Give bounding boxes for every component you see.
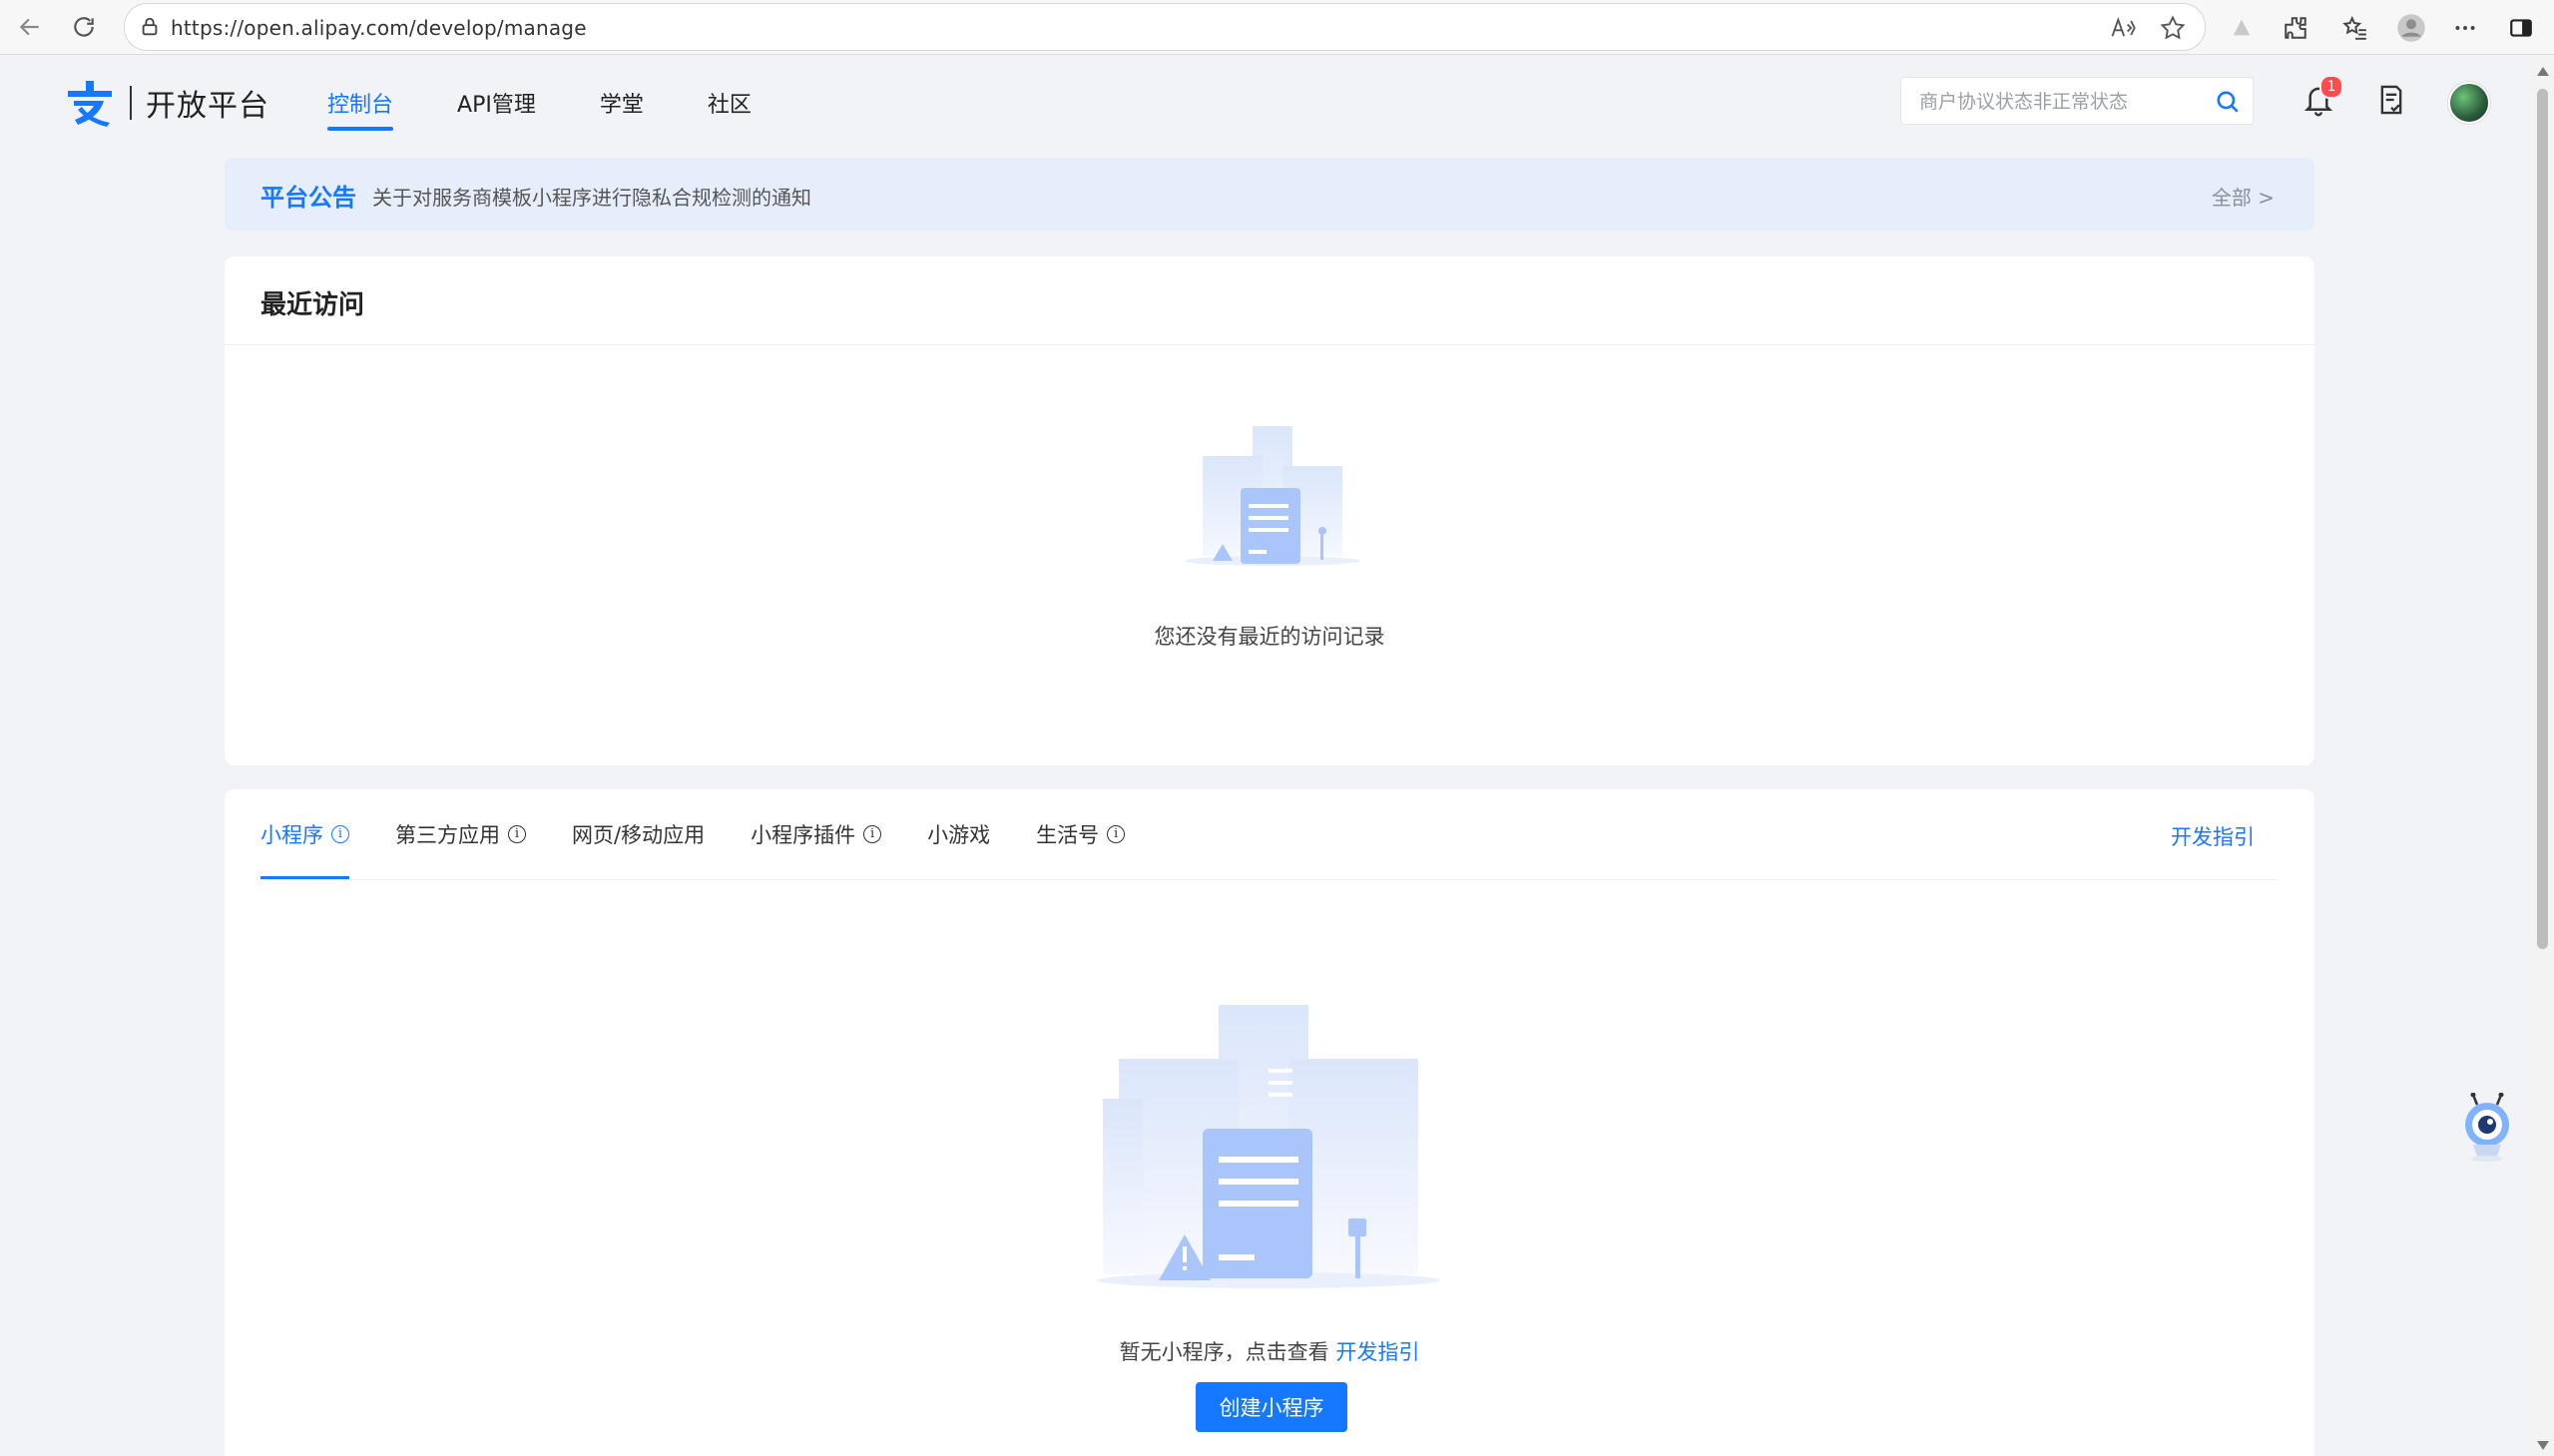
- info-icon[interactable]: i: [508, 825, 526, 843]
- favorite-star-icon[interactable]: [2159, 14, 2187, 42]
- more-menu-icon[interactable]: [2449, 12, 2481, 44]
- tab-mini-program-plugin[interactable]: 小程序插件 i: [751, 789, 882, 879]
- apps-empty-dev-guide-link[interactable]: 开发指引: [1335, 1340, 1419, 1364]
- url-text[interactable]: https://open.alipay.com/develop/manage: [171, 16, 587, 40]
- announcement-message[interactable]: 关于对服务商模板小程序进行隐私合规检测的通知: [372, 182, 811, 211]
- info-icon[interactable]: i: [863, 825, 882, 843]
- recent-empty-text: 您还没有最近的访问记录: [1154, 625, 1385, 649]
- back-icon[interactable]: [12, 10, 48, 44]
- empty-mini-program-illustration-icon: [1097, 1005, 1440, 1288]
- tab-label: 小程序: [260, 823, 323, 847]
- tab-mini-game[interactable]: 小游戏: [927, 789, 990, 879]
- alipay-logo[interactable]: 开放平台: [64, 79, 269, 127]
- tabs-divider: [260, 879, 2279, 880]
- notification-badge: 1: [2319, 75, 2343, 99]
- tab-label: 小游戏: [927, 823, 991, 847]
- apps-empty-message: 暂无小程序，点击查看: [1119, 1340, 1329, 1364]
- top-navigation: 开放平台 控制台 API管理 学堂 社区 1: [6, 55, 2531, 151]
- menu-item-academy[interactable]: 学堂: [600, 55, 644, 151]
- sidebar-toggle-icon[interactable]: [2505, 12, 2537, 44]
- lock-icon: [142, 17, 158, 36]
- search-icon[interactable]: [2215, 89, 2241, 115]
- browser-toolbar: https://open.alipay.com/develop/manage: [0, 0, 2554, 55]
- vertical-scrollbar[interactable]: [2531, 55, 2554, 1456]
- dev-guide-link[interactable]: 开发指引: [2171, 821, 2255, 851]
- search-input[interactable]: [1917, 78, 2211, 126]
- address-bar[interactable]: https://open.alipay.com/develop/manage: [124, 3, 2206, 51]
- profile-icon[interactable]: [2395, 12, 2427, 44]
- scroll-down-arrow-icon[interactable]: [2537, 1441, 2549, 1450]
- apps-card: 小程序 i 第三方应用 i 网页/移动应用 小程序插件 i 小游戏 生活号 i: [225, 789, 2314, 1456]
- tab-label: 小程序插件: [751, 823, 856, 847]
- create-mini-program-button[interactable]: 创建小程序: [1196, 1382, 1347, 1432]
- menu-item-api-management[interactable]: API管理: [457, 55, 536, 151]
- announcement-all-link[interactable]: 全部 >: [2212, 182, 2275, 211]
- assistant-robot-icon[interactable]: [2459, 1093, 2515, 1163]
- tab-label: 第三方应用: [395, 823, 500, 847]
- logo-separator: [130, 86, 132, 120]
- tab-life-account[interactable]: 生活号 i: [1036, 789, 1126, 879]
- info-icon[interactable]: i: [331, 825, 349, 843]
- alipay-zhi-logo-icon: [68, 81, 112, 127]
- tab-label: 生活号: [1036, 823, 1100, 847]
- reload-icon[interactable]: [66, 10, 102, 44]
- tab-web-mobile-app[interactable]: 网页/移动应用: [572, 789, 705, 879]
- main-menu: 控制台 API管理 学堂 社区: [327, 55, 815, 151]
- page-viewport: 开放平台 控制台 API管理 学堂 社区 1 平台公告 关于对服务商模板小程序进…: [6, 55, 2531, 1456]
- platform-announcement: 平台公告 关于对服务商模板小程序进行隐私合规检测的通知 全部 >: [225, 158, 2314, 231]
- empty-records-illustration-icon: [1185, 426, 1360, 566]
- app-type-tabs: 小程序 i 第三方应用 i 网页/移动应用 小程序插件 i 小游戏 生活号 i: [260, 789, 1171, 879]
- extension-triangle-icon[interactable]: [2226, 12, 2258, 44]
- tab-third-party-app[interactable]: 第三方应用 i: [395, 789, 526, 879]
- favorites-list-icon[interactable]: [2339, 12, 2371, 44]
- document-list-icon[interactable]: [2375, 83, 2407, 117]
- recent-visits-title: 最近访问: [260, 290, 365, 320]
- recent-visits-card: 最近访问 您还没有最近的访问记录: [225, 256, 2314, 765]
- extensions-puzzle-icon[interactable]: [2280, 12, 2311, 44]
- announcement-tag: 平台公告: [260, 184, 356, 212]
- menu-item-console[interactable]: 控制台: [327, 55, 394, 151]
- brand-name: 开放平台: [146, 89, 269, 124]
- tab-label: 网页/移动应用: [572, 823, 706, 847]
- card-divider: [225, 344, 2314, 345]
- menu-item-community[interactable]: 社区: [708, 55, 752, 151]
- info-icon[interactable]: i: [1107, 825, 1126, 843]
- scrollbar-thumb[interactable]: [2537, 89, 2548, 949]
- read-aloud-icon[interactable]: [2109, 14, 2137, 42]
- apps-empty-text: 暂无小程序，点击查看 开发指引: [225, 1336, 2314, 1366]
- tab-mini-program[interactable]: 小程序 i: [260, 789, 349, 879]
- user-avatar[interactable]: [2448, 82, 2490, 124]
- scroll-up-arrow-icon[interactable]: [2537, 67, 2549, 76]
- search-box: [1900, 77, 2254, 126]
